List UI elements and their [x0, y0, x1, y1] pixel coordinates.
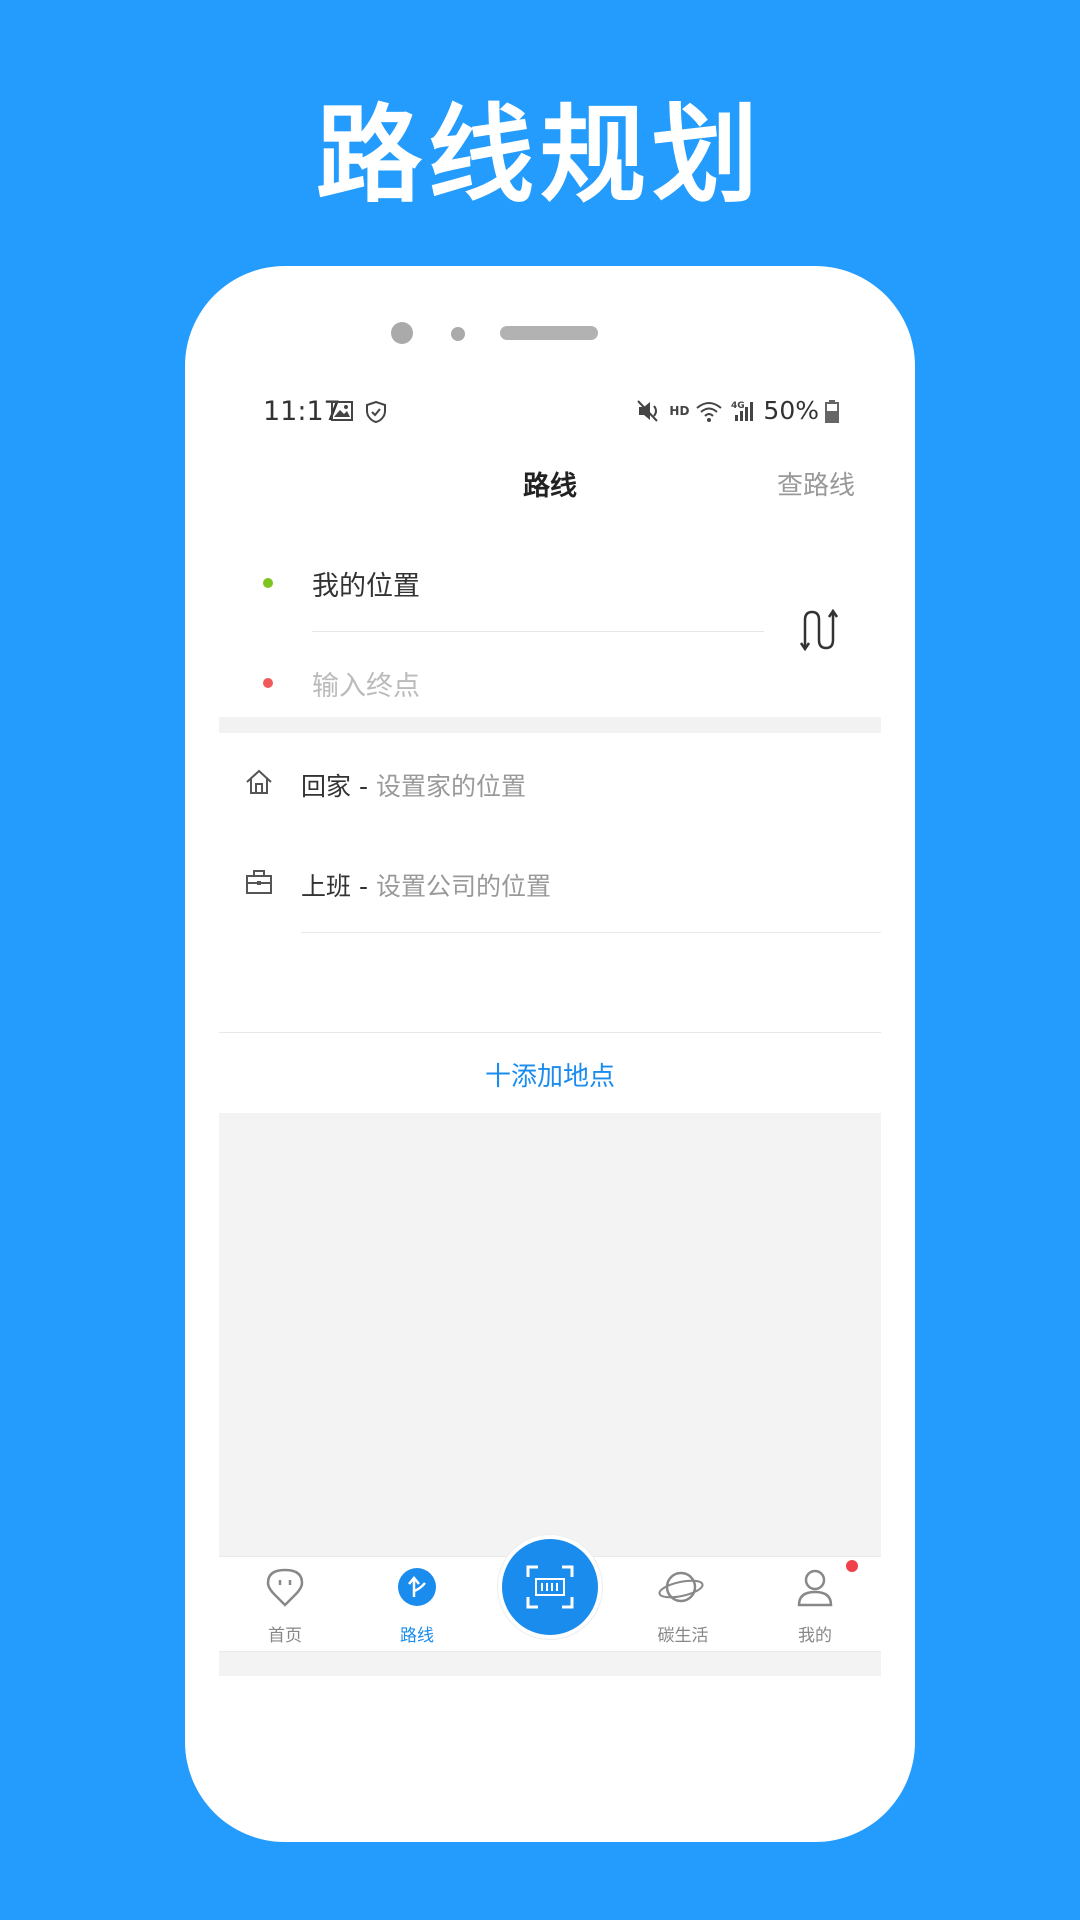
phone-top-bezel — [185, 266, 915, 366]
home-face-icon — [266, 1568, 304, 1607]
place-work-label: 上班 - 设置公司的位置 — [301, 867, 551, 903]
sensor-dot — [451, 327, 465, 341]
start-dot — [263, 578, 273, 588]
tab-route[interactable]: 路线 — [351, 1557, 483, 1653]
place-home-label: 回家 - 设置家的位置 — [301, 767, 526, 803]
scan-button[interactable] — [498, 1535, 602, 1639]
place-home-hint: 设置家的位置 — [375, 772, 526, 801]
app-screen: 11:17 HD 4G 50% 路线 查路线 我的位置 输入终点 回家 - 设置… — [219, 384, 881, 1684]
place-work-row[interactable]: 上班 - 设置公司的位置 — [219, 833, 881, 933]
swap-route-icon[interactable] — [799, 608, 839, 652]
banner-title: 路线规划 — [316, 94, 764, 217]
phone-frame: 11:17 HD 4G 50% 路线 查路线 我的位置 输入终点 回家 - 设置… — [185, 266, 915, 1842]
start-location-field[interactable]: 我的位置 — [312, 564, 420, 603]
place-divider-bottom — [219, 1032, 881, 1033]
wifi-icon — [696, 401, 723, 422]
battery-level: 50% — [763, 396, 819, 425]
person-icon — [797, 1569, 833, 1607]
speaker-grille — [500, 326, 598, 340]
shield-icon — [366, 401, 386, 423]
image-icon — [331, 401, 353, 421]
battery-icon — [825, 399, 839, 423]
place-home-row[interactable]: 回家 - 设置家的位置 — [219, 733, 881, 833]
status-right-group: HD 4G 50% — [637, 396, 839, 425]
planet-icon — [658, 1571, 704, 1603]
4g-signal-icon: 4G — [731, 401, 754, 421]
status-bar: 11:17 HD 4G 50% — [219, 384, 881, 444]
home-icon — [246, 769, 272, 794]
tab-me[interactable]: 我的 — [749, 1557, 881, 1653]
destination-input[interactable]: 输入终点 — [312, 664, 420, 703]
route-input-panel: 我的位置 输入终点 — [219, 532, 881, 728]
tab-me-label: 我的 — [798, 1626, 832, 1646]
add-place-button[interactable]: 十添加地点 — [219, 1056, 881, 1093]
tab-home[interactable]: 首页 — [219, 1557, 351, 1653]
tab-carbon-life[interactable]: 碳生活 — [617, 1557, 749, 1653]
svg-text:4G: 4G — [731, 401, 745, 411]
search-route-button[interactable]: 查路线 — [777, 465, 855, 502]
place-home-separator: - — [351, 772, 376, 801]
briefcase-icon — [246, 870, 272, 894]
route-icon — [398, 1568, 436, 1606]
tab-route-label: 路线 — [400, 1626, 434, 1646]
place-work-hint: 设置公司的位置 — [375, 872, 551, 901]
notification-badge — [846, 1560, 858, 1572]
camera-dot — [391, 322, 413, 344]
end-dot — [263, 678, 273, 688]
route-divider — [312, 631, 764, 632]
tab-home-label: 首页 — [268, 1626, 302, 1646]
place-work-name: 上班 — [301, 872, 352, 901]
place-work-separator: - — [351, 872, 376, 901]
section-divider — [219, 717, 881, 733]
bottom-tab-bar: 首页 路线 碳生活 我的 — [219, 1535, 881, 1653]
tab-carbon-life-label: 碳生活 — [657, 1626, 709, 1646]
mute-icon — [637, 399, 659, 422]
place-home-name: 回家 — [301, 772, 352, 801]
status-time: 11:17 — [263, 396, 341, 427]
hd-icon: HD — [669, 403, 690, 418]
header-bar: 路线 查路线 — [219, 456, 881, 512]
scan-icon — [526, 1565, 574, 1609]
